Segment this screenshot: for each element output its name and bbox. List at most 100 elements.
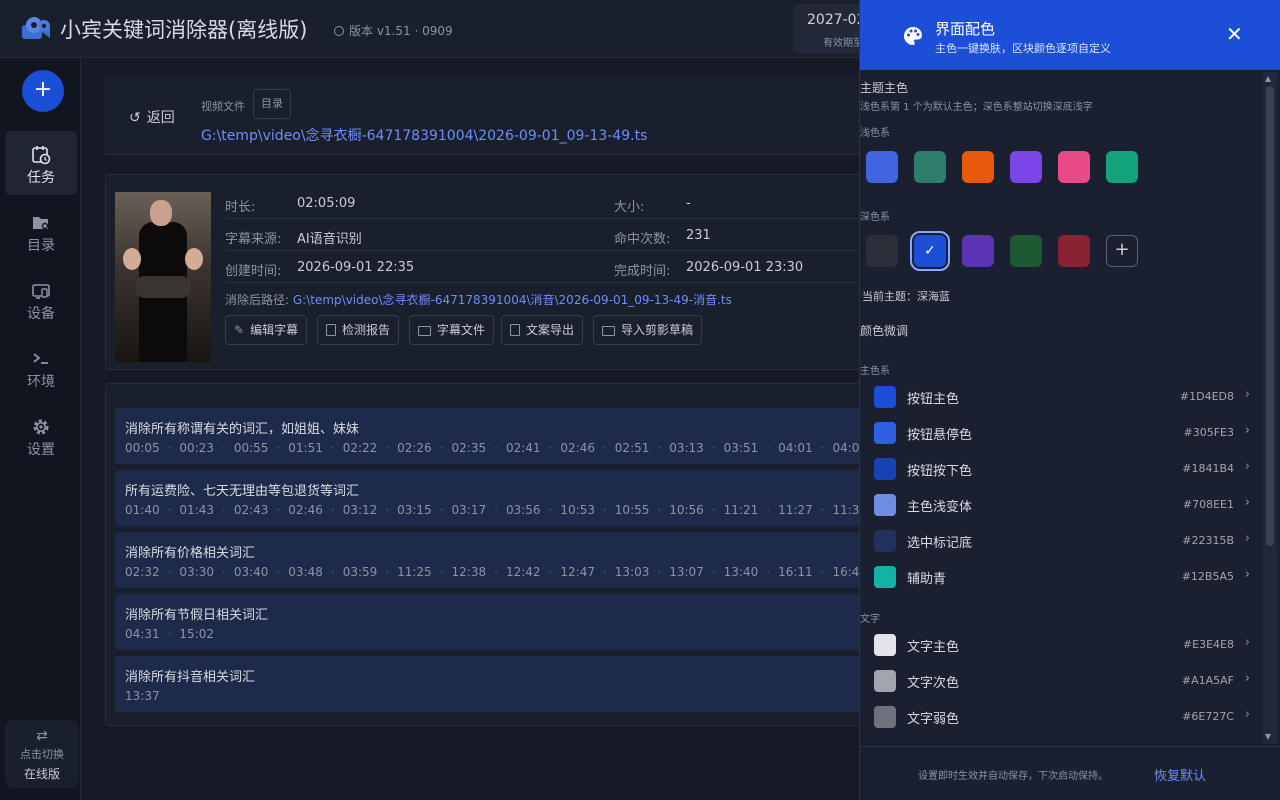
chevron-right-icon[interactable]: › [1245, 459, 1250, 474]
hit-timestamp[interactable]: 02:41 [506, 441, 541, 455]
hit-timestamp[interactable]: 04:31 [125, 627, 160, 641]
light-swatch[interactable] [1106, 151, 1138, 183]
panel-scrollbar[interactable]: ▲ ▼ [1263, 72, 1277, 744]
color-row[interactable]: 文字次色 #A1A5AF › [860, 663, 1256, 699]
import-capcut-button[interactable]: 导入剪影草稿 [593, 315, 703, 345]
hit-timestamp[interactable]: 02:43 [234, 503, 269, 517]
hit-timestamp[interactable]: 13:37 [125, 689, 160, 703]
hit-timestamp[interactable]: 11:27 [778, 503, 813, 517]
hit-timestamp[interactable]: 03:56 [506, 503, 541, 517]
hit-timestamp[interactable]: 01:43 [179, 503, 214, 517]
hit-timestamp[interactable]: 12:47 [560, 565, 595, 579]
chevron-right-icon[interactable]: › [1245, 495, 1250, 510]
add-task-button[interactable]: + [22, 70, 64, 112]
hit-timestamp[interactable]: 11:21 [724, 503, 759, 517]
hit-timestamp[interactable]: 02:26 [397, 441, 432, 455]
hit-timestamp[interactable]: 03:48 [288, 565, 323, 579]
color-swatch[interactable] [874, 706, 896, 728]
chevron-right-icon[interactable]: › [1245, 387, 1250, 402]
light-swatch[interactable] [962, 151, 994, 183]
hit-timestamp[interactable]: 03:59 [343, 565, 378, 579]
hit-timestamp[interactable]: 00:55 [234, 441, 269, 455]
hit-timestamp[interactable]: 03:17 [452, 503, 487, 517]
hit-timestamp[interactable]: 00:05 [125, 441, 160, 455]
light-swatch[interactable] [914, 151, 946, 183]
hit-timestamp[interactable]: 13:07 [669, 565, 704, 579]
chevron-right-icon[interactable]: › [1245, 635, 1250, 650]
rule-item[interactable]: 消除所有节假日相关词汇 04:31 · 15:02 [115, 594, 866, 650]
video-thumbnail[interactable] [115, 192, 211, 362]
dark-swatch[interactable] [866, 235, 898, 267]
hit-timestamp[interactable]: 03:30 [179, 565, 214, 579]
hit-timestamp[interactable]: 02:46 [288, 503, 323, 517]
scroll-thumb[interactable] [1266, 86, 1274, 546]
hit-timestamp[interactable]: 12:42 [506, 565, 541, 579]
chevron-right-icon[interactable]: › [1245, 531, 1250, 546]
sidebar-item-device[interactable]: 设备 [5, 267, 77, 331]
color-row[interactable]: 辅助青 #12B5A5 › [860, 559, 1256, 595]
light-swatch[interactable] [1010, 151, 1042, 183]
subtitle-file-button[interactable]: 字幕文件 [409, 315, 495, 345]
hit-timestamp[interactable]: 10:55 [615, 503, 650, 517]
scroll-up-icon[interactable]: ▲ [1265, 74, 1271, 83]
directory-button[interactable]: 目录 [253, 89, 291, 119]
chevron-right-icon[interactable]: › [1245, 707, 1250, 722]
hit-timestamp[interactable]: 02:46 [560, 441, 595, 455]
chevron-right-icon[interactable]: › [1245, 423, 1250, 438]
hit-timestamp[interactable]: 02:22 [343, 441, 378, 455]
hit-timestamp[interactable]: 03:13 [669, 441, 704, 455]
rule-item[interactable]: 消除所有称谓有关的词汇，如姐姐、妹妹 00:05 · 00:23 · 00:55 · 01:… [115, 408, 922, 464]
switch-online-button[interactable]: ⇄ 点击切换 在线版 [5, 720, 79, 788]
close-icon[interactable]: ✕ [1226, 24, 1243, 44]
chevron-right-icon[interactable]: › [1245, 567, 1250, 582]
hit-timestamp[interactable]: 15:02 [179, 627, 214, 641]
color-row[interactable]: 文字主色 #E3E4E8 › [860, 627, 1256, 663]
color-row[interactable]: 选中标记底 #22315B › [860, 523, 1256, 559]
chevron-right-icon[interactable]: › [1245, 671, 1250, 686]
hit-timestamp[interactable]: 03:40 [234, 565, 269, 579]
hit-timestamp[interactable]: 03:12 [343, 503, 378, 517]
hit-timestamp[interactable]: 01:51 [288, 441, 323, 455]
dark-swatch[interactable] [1058, 235, 1090, 267]
hit-timestamp[interactable]: 11:25 [397, 565, 432, 579]
add-swatch-button[interactable]: + [1106, 235, 1138, 267]
hit-timestamp[interactable]: 04:01 [778, 441, 813, 455]
color-swatch[interactable] [874, 566, 896, 588]
output-path-link[interactable]: G:\temp\video\念寻衣橱-647178391004\消音\2026-… [293, 293, 732, 307]
hit-timestamp[interactable]: 10:53 [560, 503, 595, 517]
restore-default-button[interactable]: 恢复默认 [1154, 765, 1206, 784]
video-path-link[interactable]: G:\temp\video\念寻衣橱-647178391004\2026-09-… [201, 125, 647, 145]
color-swatch[interactable] [874, 458, 896, 480]
scroll-down-icon[interactable]: ▼ [1265, 732, 1271, 741]
edit-subtitle-button[interactable]: ✎ 编辑字幕 [225, 315, 308, 345]
light-swatch[interactable] [866, 151, 898, 183]
hit-timestamp[interactable]: 13:03 [615, 565, 650, 579]
rule-item[interactable]: 消除所有抖音相关词汇 13:37 [115, 656, 866, 712]
hit-timestamp[interactable]: 13:40 [724, 565, 759, 579]
detect-report-button[interactable]: 检测报告 [317, 315, 400, 345]
sidebar-item-env[interactable]: 环境 [5, 335, 77, 399]
color-row[interactable]: 按钮悬停色 #305FE3 › [860, 415, 1256, 451]
sidebar-item-settings[interactable]: 设置 [5, 403, 77, 467]
dark-swatch-selected[interactable]: ✓ [910, 231, 950, 271]
hit-timestamp[interactable]: 02:51 [615, 441, 650, 455]
export-copy-button[interactable]: 文案导出 [501, 315, 584, 345]
hit-timestamp[interactable]: 01:40 [125, 503, 160, 517]
hit-timestamp[interactable]: 10:56 [669, 503, 704, 517]
hit-timestamp[interactable]: 02:35 [452, 441, 487, 455]
color-swatch[interactable] [874, 670, 896, 692]
color-row[interactable]: 文字弱色 #6E727C › [860, 699, 1256, 735]
hit-timestamp[interactable]: 00:23 [179, 441, 214, 455]
rule-item[interactable]: 消除所有价格相关词汇 02:32 · 03:30 · 03:40 · 03:48 · 03:59… [115, 532, 922, 588]
color-row[interactable]: 主色浅变体 #708EE1 › [860, 487, 1256, 523]
light-swatch[interactable] [1058, 151, 1090, 183]
rule-item[interactable]: 所有运费险、七天无理由等包退货等词汇 01:40 · 01:43 · 02:43 · 02:… [115, 470, 922, 526]
back-button[interactable]: ↺ 返回 [129, 107, 175, 127]
hit-timestamp[interactable]: 02:32 [125, 565, 160, 579]
color-swatch[interactable] [874, 530, 896, 552]
dark-swatch[interactable] [1010, 235, 1042, 267]
color-swatch[interactable] [874, 422, 896, 444]
hit-timestamp[interactable]: 16:11 [778, 565, 813, 579]
hit-timestamp[interactable]: 03:51 [724, 441, 759, 455]
hit-timestamp[interactable]: 03:15 [397, 503, 432, 517]
